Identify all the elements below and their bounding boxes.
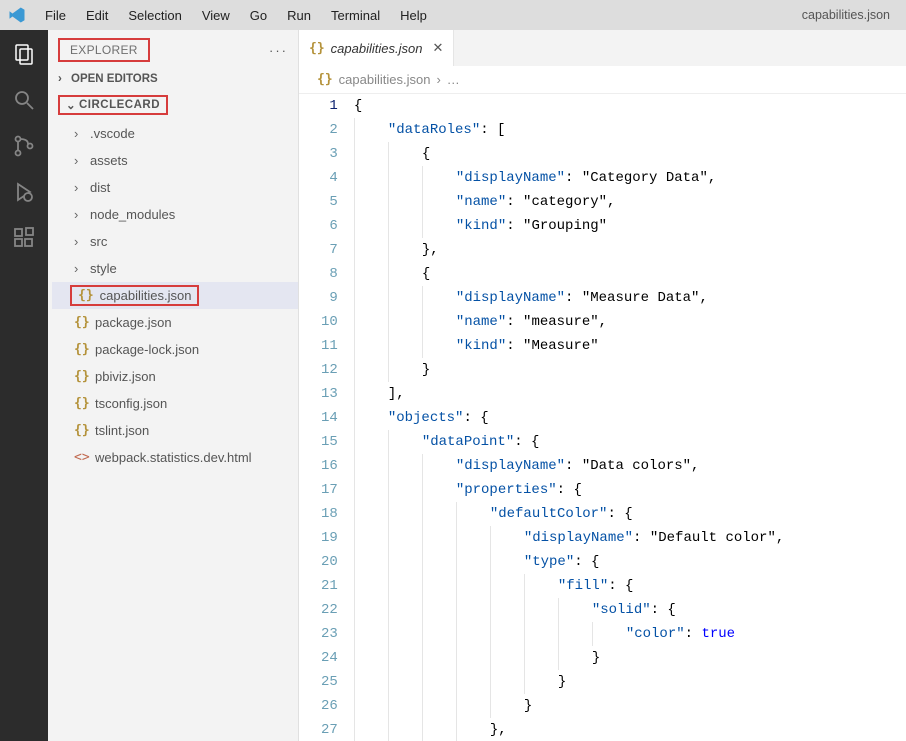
json-icon: {}	[74, 369, 89, 384]
chevron-right-icon: ›	[74, 180, 86, 195]
breadcrumb-trail: …	[447, 72, 460, 87]
activity-bar	[0, 30, 48, 741]
code-content[interactable]: { "dataRoles": [ { "displayName": "Categ…	[354, 94, 906, 741]
file-tslintjson[interactable]: {}tslint.json	[52, 417, 298, 444]
chevron-right-icon: ›	[74, 261, 86, 276]
window-title: capabilities.json	[802, 8, 898, 22]
open-editors-label: OPEN EDITORS	[71, 73, 158, 85]
titlebar: FileEditSelectionViewGoRunTerminalHelp c…	[0, 0, 906, 30]
html-icon: <>	[74, 450, 89, 465]
file-webpackstatisticsdevhtml[interactable]: <>webpack.statistics.dev.html	[52, 444, 298, 471]
main-menu: FileEditSelectionViewGoRunTerminalHelp	[36, 4, 436, 27]
code-editor[interactable]: 1234567891011121314151617181920212223242…	[299, 94, 906, 741]
menu-edit[interactable]: Edit	[77, 4, 117, 27]
folder-dist[interactable]: ›dist	[52, 174, 298, 201]
json-icon: {}	[78, 288, 94, 303]
source-control-icon[interactable]	[10, 132, 38, 160]
open-editors-section[interactable]: › OPEN EDITORS	[48, 68, 298, 90]
file-packagejson[interactable]: {}package.json	[52, 309, 298, 336]
project-label: CIRCLECARD	[79, 99, 160, 111]
chevron-right-icon: ›	[436, 72, 440, 87]
tab-label: capabilities.json	[331, 41, 423, 56]
file-capabilitiesjson[interactable]: {}capabilities.json	[52, 282, 298, 309]
file-tsconfigjson[interactable]: {}tsconfig.json	[52, 390, 298, 417]
menu-help[interactable]: Help	[391, 4, 436, 27]
json-icon: {}	[74, 315, 89, 330]
close-icon[interactable]: ✕	[432, 40, 443, 56]
file-pbivizjson[interactable]: {}pbiviz.json	[52, 363, 298, 390]
extensions-icon[interactable]	[10, 224, 38, 252]
chevron-right-icon: ›	[74, 126, 86, 141]
explorer-icon[interactable]	[10, 40, 38, 68]
tab-capabilities[interactable]: {} capabilities.json ✕	[299, 30, 454, 66]
menu-view[interactable]: View	[193, 4, 239, 27]
file-packagelockjson[interactable]: {}package-lock.json	[52, 336, 298, 363]
json-icon: {}	[309, 41, 325, 56]
chevron-right-icon: ›	[74, 234, 86, 249]
menu-go[interactable]: Go	[241, 4, 276, 27]
editor-tabs: {} capabilities.json ✕	[299, 30, 906, 66]
project-section[interactable]: ⌄ CIRCLECARD	[48, 90, 298, 120]
folder-style[interactable]: ›style	[52, 255, 298, 282]
menu-run[interactable]: Run	[278, 4, 320, 27]
menu-selection[interactable]: Selection	[119, 4, 190, 27]
breadcrumb[interactable]: {} capabilities.json › …	[299, 66, 906, 94]
vscode-logo-icon	[8, 6, 26, 24]
chevron-right-icon: ›	[58, 73, 68, 85]
json-icon: {}	[317, 72, 333, 87]
explorer-heading: EXPLORER	[58, 38, 150, 62]
breadcrumb-file: capabilities.json	[339, 72, 431, 87]
menu-file[interactable]: File	[36, 4, 75, 27]
json-icon: {}	[74, 342, 89, 357]
search-icon[interactable]	[10, 86, 38, 114]
line-gutter: 1234567891011121314151617181920212223242…	[299, 94, 354, 741]
sidebar: EXPLORER ··· › OPEN EDITORS ⌄ CIRCLECARD…	[48, 30, 299, 741]
folder-nodemodules[interactable]: ›node_modules	[52, 201, 298, 228]
file-tree: ›.vscode›assets›dist›node_modules›src›st…	[48, 120, 298, 471]
chevron-down-icon: ⌄	[66, 98, 76, 112]
sidebar-more-icon[interactable]: ···	[269, 43, 288, 58]
folder-assets[interactable]: ›assets	[52, 147, 298, 174]
run-icon[interactable]	[10, 178, 38, 206]
menu-terminal[interactable]: Terminal	[322, 4, 389, 27]
json-icon: {}	[74, 423, 89, 438]
json-icon: {}	[74, 396, 89, 411]
editor-area: {} capabilities.json ✕ {} capabilities.j…	[299, 30, 906, 741]
folder-src[interactable]: ›src	[52, 228, 298, 255]
folder-vscode[interactable]: ›.vscode	[52, 120, 298, 147]
chevron-right-icon: ›	[74, 207, 86, 222]
chevron-right-icon: ›	[74, 153, 86, 168]
